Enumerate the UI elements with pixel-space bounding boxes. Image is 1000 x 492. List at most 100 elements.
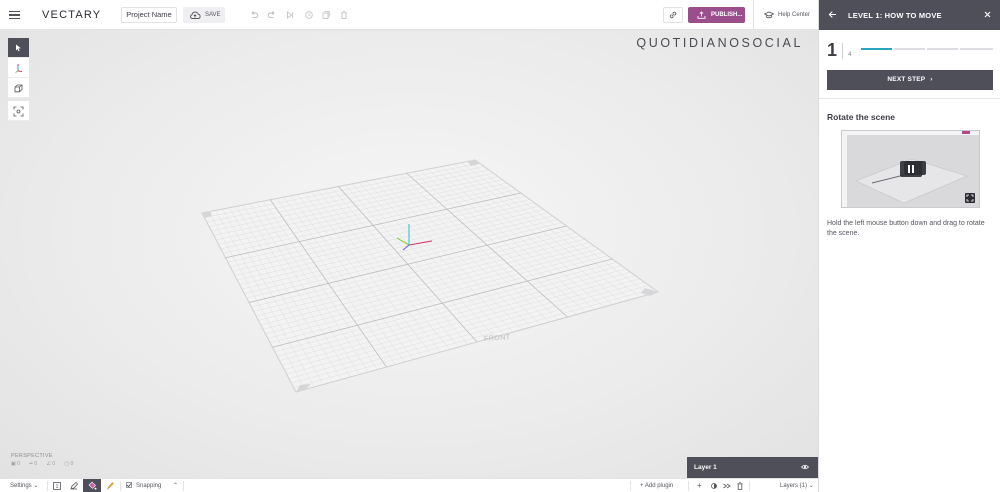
save-button[interactable]: SAVE [183, 7, 225, 23]
progress-segment [927, 48, 958, 50]
select-tool[interactable] [8, 38, 29, 58]
stat-vertices-value: 0 [34, 461, 37, 467]
divider [749, 481, 750, 491]
layer-panel[interactable]: Layer 1 [687, 457, 818, 478]
total-steps: 4 [848, 51, 852, 58]
divider [819, 98, 1000, 99]
check-icon [126, 483, 132, 488]
next-step-button[interactable]: NEXT STEP › [827, 70, 993, 90]
app-logo: VECTARY [42, 9, 102, 21]
copy-icon[interactable] [321, 10, 331, 20]
tutorial-panel: LEVEL 1: HOW TO MOVE 1 4 NEXT STEP › Rot… [818, 0, 1000, 492]
3d-viewport[interactable]: FRONT QUOTIDIANOSOCIAL PERSPECTIVE ▣ 0 •… [0, 31, 818, 478]
cloud-upload-icon [190, 11, 201, 19]
current-step-number: 1 [827, 40, 838, 60]
merge-layers-icon[interactable] [722, 481, 732, 491]
chevron-down-icon: ⌄ [33, 483, 39, 489]
link-icon [669, 11, 677, 19]
trash-icon[interactable] [339, 10, 349, 20]
tutorial-description: Hold the left mouse button down and drag… [827, 220, 985, 237]
checkbox-checked[interactable] [126, 482, 132, 488]
watermark-text: QUOTIDIANOSOCIAL [636, 36, 803, 50]
layers-dropdown[interactable]: Layers (1) ⌄ [780, 479, 814, 492]
left-toolbar [8, 38, 29, 121]
project-name-field[interactable]: Project Name [121, 7, 177, 23]
stat-objects: ▣ 0 [11, 461, 20, 467]
cube-icon [14, 84, 23, 93]
eye-icon[interactable] [801, 464, 809, 470]
frame-focus-icon [13, 106, 24, 117]
snapping-label: Snapping [136, 483, 162, 489]
snapping-toggle[interactable]: Snapping [126, 479, 161, 492]
add-plugin-button[interactable]: + Add plugin [640, 479, 673, 492]
primitives-tool[interactable] [8, 78, 29, 98]
settings-label: Settings [10, 483, 32, 489]
step-progress-bar [861, 48, 993, 50]
chevron-down-icon: ⌄ [808, 483, 814, 489]
layers-label: Layers (1) [780, 483, 808, 489]
stat-edges-value: 0 [52, 461, 56, 467]
transform-tool[interactable] [8, 58, 29, 78]
plus-icon: + [640, 483, 644, 489]
transform-axes-icon [15, 64, 23, 73]
save-label: SAVE [205, 12, 221, 18]
stat-edges: ∠ 0 [46, 461, 56, 467]
close-icon[interactable] [984, 11, 991, 18]
progress-segment [861, 48, 892, 50]
delete-layer-icon[interactable] [735, 481, 745, 491]
step-divider [842, 43, 843, 59]
graduation-cap-icon [764, 11, 774, 19]
front-label: FRONT [483, 334, 511, 343]
scene-stats: ▣ 0 •• 0 ∠ 0 ▢ 0 [11, 461, 81, 467]
bottom-toolbar: Settings ⌄ 1 Snapping ⌃ + Add plugin + L… [0, 478, 818, 492]
chevron-right-icon: › [930, 76, 933, 83]
svg-text:1: 1 [56, 484, 59, 490]
stat-faces: ▢ 0 [64, 461, 74, 467]
undo-icon[interactable] [249, 10, 259, 20]
publish-label: PUBLISH... [711, 12, 743, 18]
chevron-up-icon[interactable]: ⌃ [173, 479, 178, 492]
tutorial-header: LEVEL 1: HOW TO MOVE [819, 0, 1000, 30]
progress-segment [960, 48, 993, 50]
divider [120, 481, 121, 491]
cursor-arrow-icon [16, 44, 21, 52]
layer-visibility-icon[interactable] [709, 481, 719, 491]
add-layer-icon[interactable]: + [697, 479, 702, 492]
numeric-input-icon[interactable]: 1 [52, 481, 62, 491]
stat-objects-value: 0 [17, 461, 20, 467]
settings-dropdown[interactable]: Settings ⌄ [10, 479, 38, 492]
focus-tool[interactable] [8, 101, 29, 121]
redo-icon[interactable] [267, 10, 277, 20]
material-tool-button[interactable] [83, 479, 101, 492]
tutorial-title: LEVEL 1: HOW TO MOVE [848, 11, 942, 20]
history-icon[interactable] [304, 10, 314, 20]
camera-mode-label: PERSPECTIVE [11, 453, 53, 459]
stat-faces-value: 0 [70, 461, 74, 467]
add-plugin-label: Add plugin [644, 483, 674, 489]
divider [47, 481, 48, 491]
paint-brush-icon[interactable] [105, 481, 115, 491]
section-title: Rotate the scene [827, 112, 896, 122]
tutorial-video[interactable] [841, 130, 980, 208]
publish-button[interactable]: PUBLISH... [688, 7, 745, 23]
ground-grid [201, 159, 660, 393]
paint-bucket-icon [88, 481, 97, 490]
pause-icon[interactable] [900, 161, 922, 177]
top-toolbar: VECTARY Project Name SAVE PUBLISH... Hel… [0, 0, 818, 30]
divider [630, 481, 631, 491]
divider [183, 481, 184, 491]
progress-segment [894, 48, 925, 50]
arrow-left-icon[interactable] [828, 10, 837, 19]
upload-icon [697, 11, 706, 19]
pen-tool-icon[interactable] [69, 481, 79, 491]
share-link-button[interactable] [663, 7, 683, 23]
help-center-label: Help Center [778, 12, 811, 18]
help-center-button[interactable]: Help Center [753, 0, 818, 30]
fullscreen-icon[interactable] [965, 193, 975, 203]
layer-name: Layer 1 [694, 464, 717, 471]
stat-vertices: •• 0 [29, 461, 37, 467]
divider [688, 481, 689, 491]
next-step-label: NEXT STEP [887, 76, 926, 83]
menu-icon[interactable] [9, 11, 20, 20]
skip-icon[interactable] [285, 10, 295, 20]
